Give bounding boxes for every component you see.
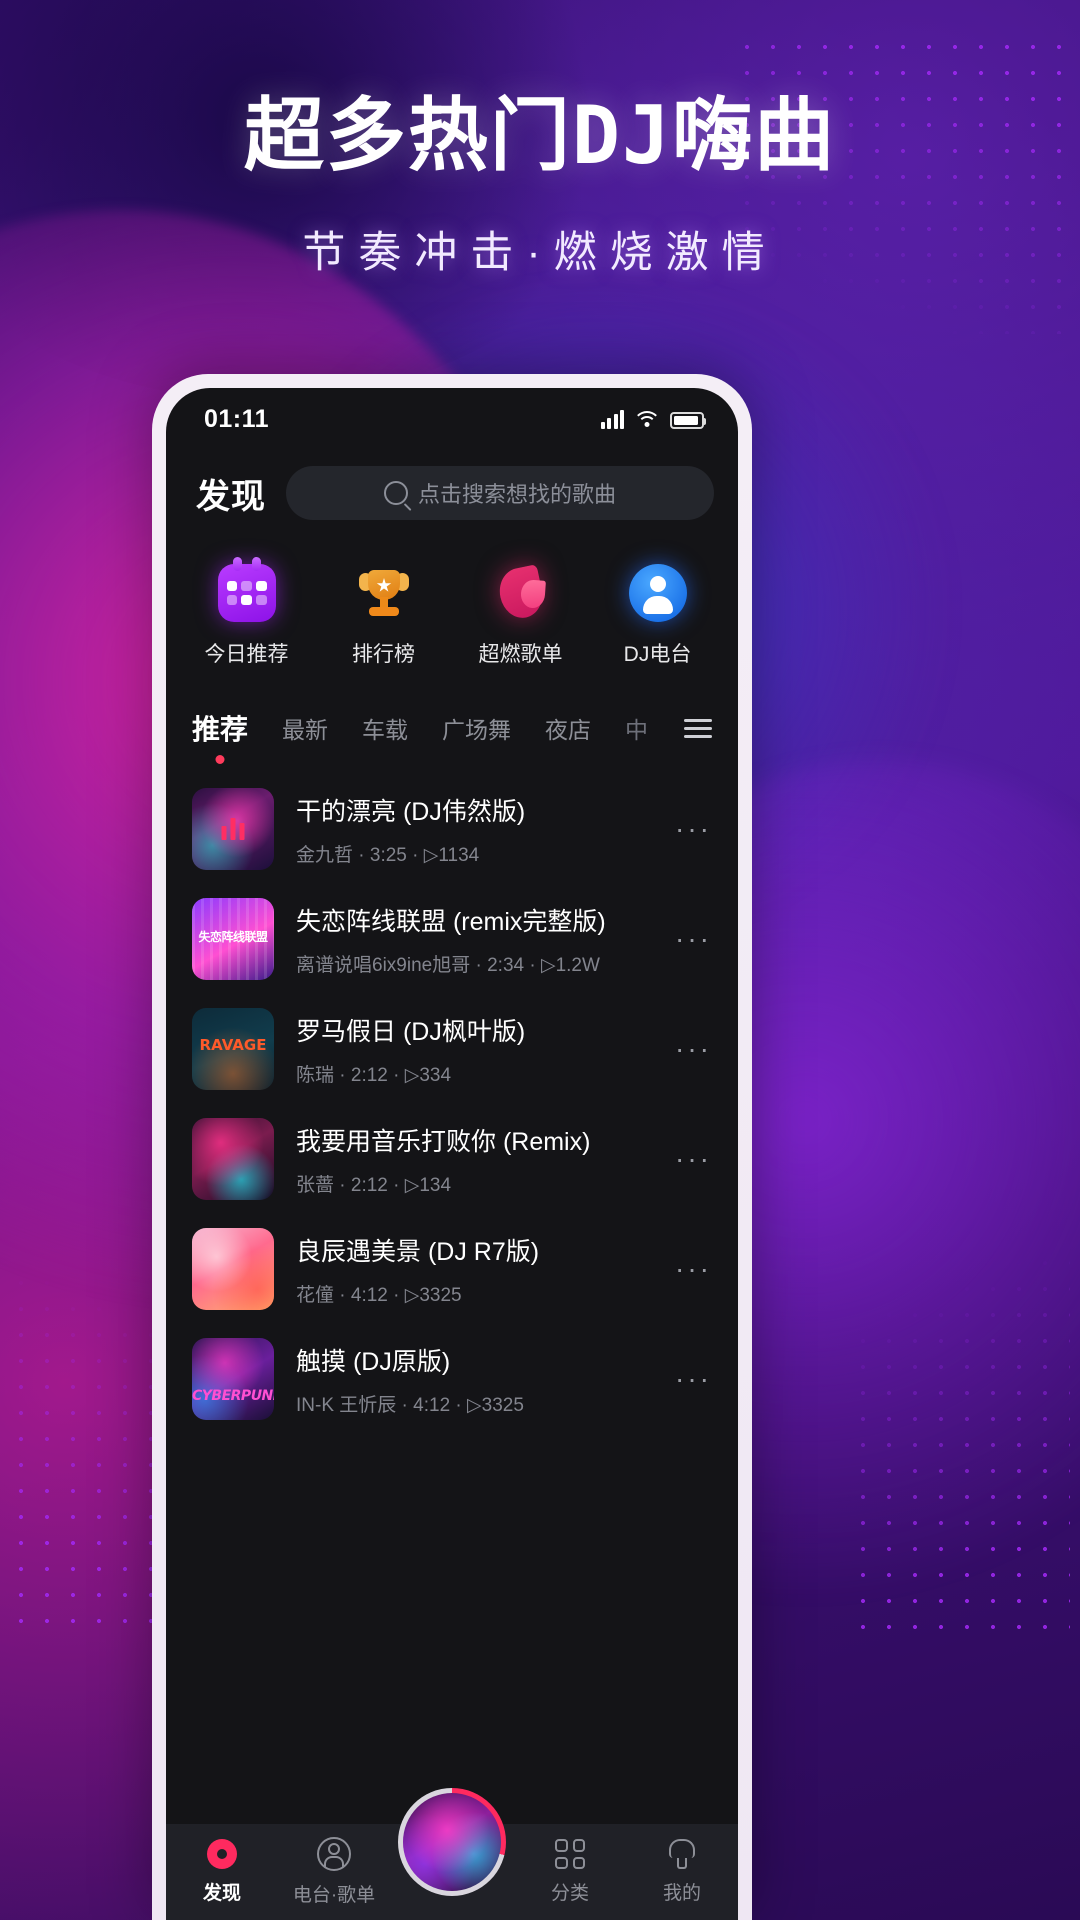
- song-more-button[interactable]: ···: [669, 1363, 712, 1395]
- category-item-ranking[interactable]: 排行榜: [324, 564, 444, 668]
- song-title: 干的漂亮 (DJ伟然版): [296, 797, 526, 826]
- nav-item-radio-playlist[interactable]: 电台·歌单: [278, 1837, 390, 1907]
- search-placeholder: 点击搜索想找的歌曲: [417, 482, 616, 507]
- now-playing-bars-icon: [221, 818, 245, 840]
- phone-mockup: 01:11 发现 点击搜索想找的歌曲 今日推荐 排行榜 超燃歌单 DJ电台 推荐…: [152, 374, 752, 1920]
- song-cover: CYBERPUNK: [192, 1338, 274, 1420]
- tab-active-dot: [215, 755, 225, 764]
- disc-icon: [207, 1839, 237, 1869]
- song-title: 良辰遇美景 (DJ R7版): [296, 1237, 540, 1266]
- category-item-dj-radio[interactable]: DJ电台: [598, 564, 718, 668]
- category-shortcuts: 今日推荐 排行榜 超燃歌单 DJ电台: [166, 520, 738, 668]
- wifi-icon: [633, 410, 661, 429]
- genre-tab-bar: 推荐 最新 车载 广场舞 夜店 中: [192, 668, 712, 764]
- song-cover: [192, 1228, 274, 1310]
- search-icon: [383, 481, 408, 505]
- song-meta: 干的漂亮 (DJ伟然版) 金九哲 · 3:25 · ▷1134: [296, 792, 647, 867]
- song-meta: 良辰遇美景 (DJ R7版) 花僮 · 4:12 · ▷3325: [296, 1232, 647, 1307]
- page-title: 发现: [196, 477, 266, 516]
- song-title: 失恋阵线联盟 (remix完整版): [296, 907, 606, 936]
- nav-item-categories[interactable]: 分类: [514, 1839, 626, 1905]
- promo-text-block: 超多热门DJ嗨曲 节奏冲击·燃烧激情: [0, 96, 1080, 280]
- category-label: 排行榜: [352, 643, 415, 666]
- promo-screenshot: 超多热门DJ嗨曲 节奏冲击·燃烧激情 01:11 发现 点击搜索想找的歌曲 今日…: [0, 0, 1080, 1920]
- person-icon: [667, 1839, 697, 1869]
- song-cover: [192, 1118, 274, 1200]
- radio-person-icon: [628, 564, 687, 622]
- phone-screen: 01:11 发现 点击搜索想找的歌曲 今日推荐 排行榜 超燃歌单 DJ电台 推荐…: [166, 388, 738, 1920]
- nav-label: 分类: [550, 1883, 589, 1904]
- signal-bars-icon: [600, 409, 624, 429]
- table-row[interactable]: 干的漂亮 (DJ伟然版) 金九哲 · 3:25 · ▷1134 ···: [166, 774, 738, 884]
- table-row[interactable]: 我要用音乐打败你 (Remix) 张蔷 · 2:12 · ▷134 ···: [166, 1104, 738, 1214]
- song-title: 我要用音乐打败你 (Remix): [296, 1127, 591, 1156]
- category-label: 超燃歌单: [478, 643, 563, 666]
- grid-icon: [555, 1839, 585, 1869]
- song-more-button[interactable]: ···: [669, 1033, 712, 1065]
- song-subtitle: 金九哲 · 3:25 · ▷1134: [296, 844, 480, 866]
- song-cover: RAVAGE: [192, 1008, 274, 1090]
- table-row[interactable]: CYBERPUNK 触摸 (DJ原版) IN-K 王忻辰 · 4:12 · ▷3…: [166, 1324, 738, 1434]
- song-subtitle: 陈瑞 · 2:12 · ▷334: [296, 1064, 452, 1086]
- status-bar: 01:11: [166, 388, 738, 450]
- cover-text: RAVAGE: [199, 1036, 267, 1054]
- tab-square-dance[interactable]: 广场舞: [442, 711, 511, 745]
- cover-text: 失恋阵线联盟: [198, 930, 268, 944]
- song-cover: 失恋阵线联盟: [192, 898, 274, 980]
- trophy-icon: [355, 564, 413, 622]
- song-more-button[interactable]: ···: [669, 1253, 712, 1285]
- nav-item-discover[interactable]: 发现: [166, 1839, 278, 1905]
- song-title: 触摸 (DJ原版): [296, 1347, 451, 1376]
- song-more-button[interactable]: ···: [669, 813, 712, 845]
- nav-label: 我的: [662, 1883, 701, 1904]
- nav-label: 发现: [202, 1883, 241, 1904]
- tab-car[interactable]: 车载: [362, 711, 408, 745]
- flame-icon: [492, 564, 550, 622]
- promo-headline: 超多热门DJ嗨曲: [243, 89, 837, 182]
- hamburger-menu-icon[interactable]: [684, 718, 712, 738]
- table-row[interactable]: 良辰遇美景 (DJ R7版) 花僮 · 4:12 · ▷3325 ···: [166, 1214, 738, 1324]
- user-circle-icon: [317, 1837, 351, 1871]
- dot-pattern-bottom-right: [850, 1250, 1070, 1650]
- search-input[interactable]: 点击搜索想找的歌曲: [286, 466, 714, 520]
- battery-icon: [670, 411, 706, 429]
- promo-subheadline: 节奏冲击·燃烧激情: [302, 229, 778, 277]
- tab-recommend[interactable]: 推荐: [192, 708, 249, 764]
- category-item-today[interactable]: 今日推荐: [187, 557, 307, 668]
- song-subtitle: 张蔷 · 2:12 · ▷134: [296, 1174, 452, 1196]
- tab-newest[interactable]: 最新: [282, 711, 328, 745]
- song-cover: [192, 788, 274, 870]
- table-row[interactable]: 失恋阵线联盟 失恋阵线联盟 (remix完整版) 离谱说唱6ix9ine旭哥 ·…: [166, 884, 738, 994]
- table-row[interactable]: RAVAGE 罗马假日 (DJ枫叶版) 陈瑞 · 2:12 · ▷334 ···: [166, 994, 738, 1104]
- song-subtitle: 花僮 · 4:12 · ▷3325: [296, 1284, 462, 1306]
- cover-text: CYBERPUNK: [192, 1388, 274, 1404]
- avatar: [403, 1793, 501, 1891]
- tab-partial[interactable]: 中: [625, 711, 647, 745]
- song-subtitle: 离谱说唱6ix9ine旭哥 · 2:34 · ▷1.2W: [296, 954, 600, 976]
- status-bar-clock: 01:11: [204, 404, 270, 433]
- song-subtitle: IN-K 王忻辰 · 4:12 · ▷3325: [296, 1394, 524, 1416]
- tab-label: 推荐: [192, 714, 249, 745]
- song-meta: 我要用音乐打败你 (Remix) 张蔷 · 2:12 · ▷134: [296, 1122, 647, 1197]
- nav-label: 电台·歌单: [292, 1885, 376, 1906]
- tab-nightclub[interactable]: 夜店: [545, 711, 591, 745]
- category-item-hot-playlist[interactable]: 超燃歌单: [461, 564, 581, 668]
- song-meta: 触摸 (DJ原版) IN-K 王忻辰 · 4:12 · ▷3325: [296, 1342, 647, 1417]
- song-title: 罗马假日 (DJ枫叶版): [296, 1017, 526, 1046]
- nav-item-profile[interactable]: 我的: [626, 1839, 738, 1905]
- song-list: 干的漂亮 (DJ伟然版) 金九哲 · 3:25 · ▷1134 ··· 失恋阵线…: [166, 774, 738, 1434]
- category-label: DJ电台: [623, 643, 692, 666]
- song-more-button[interactable]: ···: [669, 1143, 712, 1175]
- app-header: 发现 点击搜索想找的歌曲: [166, 450, 738, 520]
- status-bar-icons: [600, 409, 706, 429]
- song-meta: 罗马假日 (DJ枫叶版) 陈瑞 · 2:12 · ▷334: [296, 1012, 647, 1087]
- song-meta: 失恋阵线联盟 (remix完整版) 离谱说唱6ix9ine旭哥 · 2:34 ·…: [296, 902, 647, 977]
- song-more-button[interactable]: ···: [669, 923, 712, 955]
- category-label: 今日推荐: [204, 643, 289, 666]
- now-playing-avatar[interactable]: [398, 1788, 506, 1896]
- calendar-icon: [217, 557, 276, 622]
